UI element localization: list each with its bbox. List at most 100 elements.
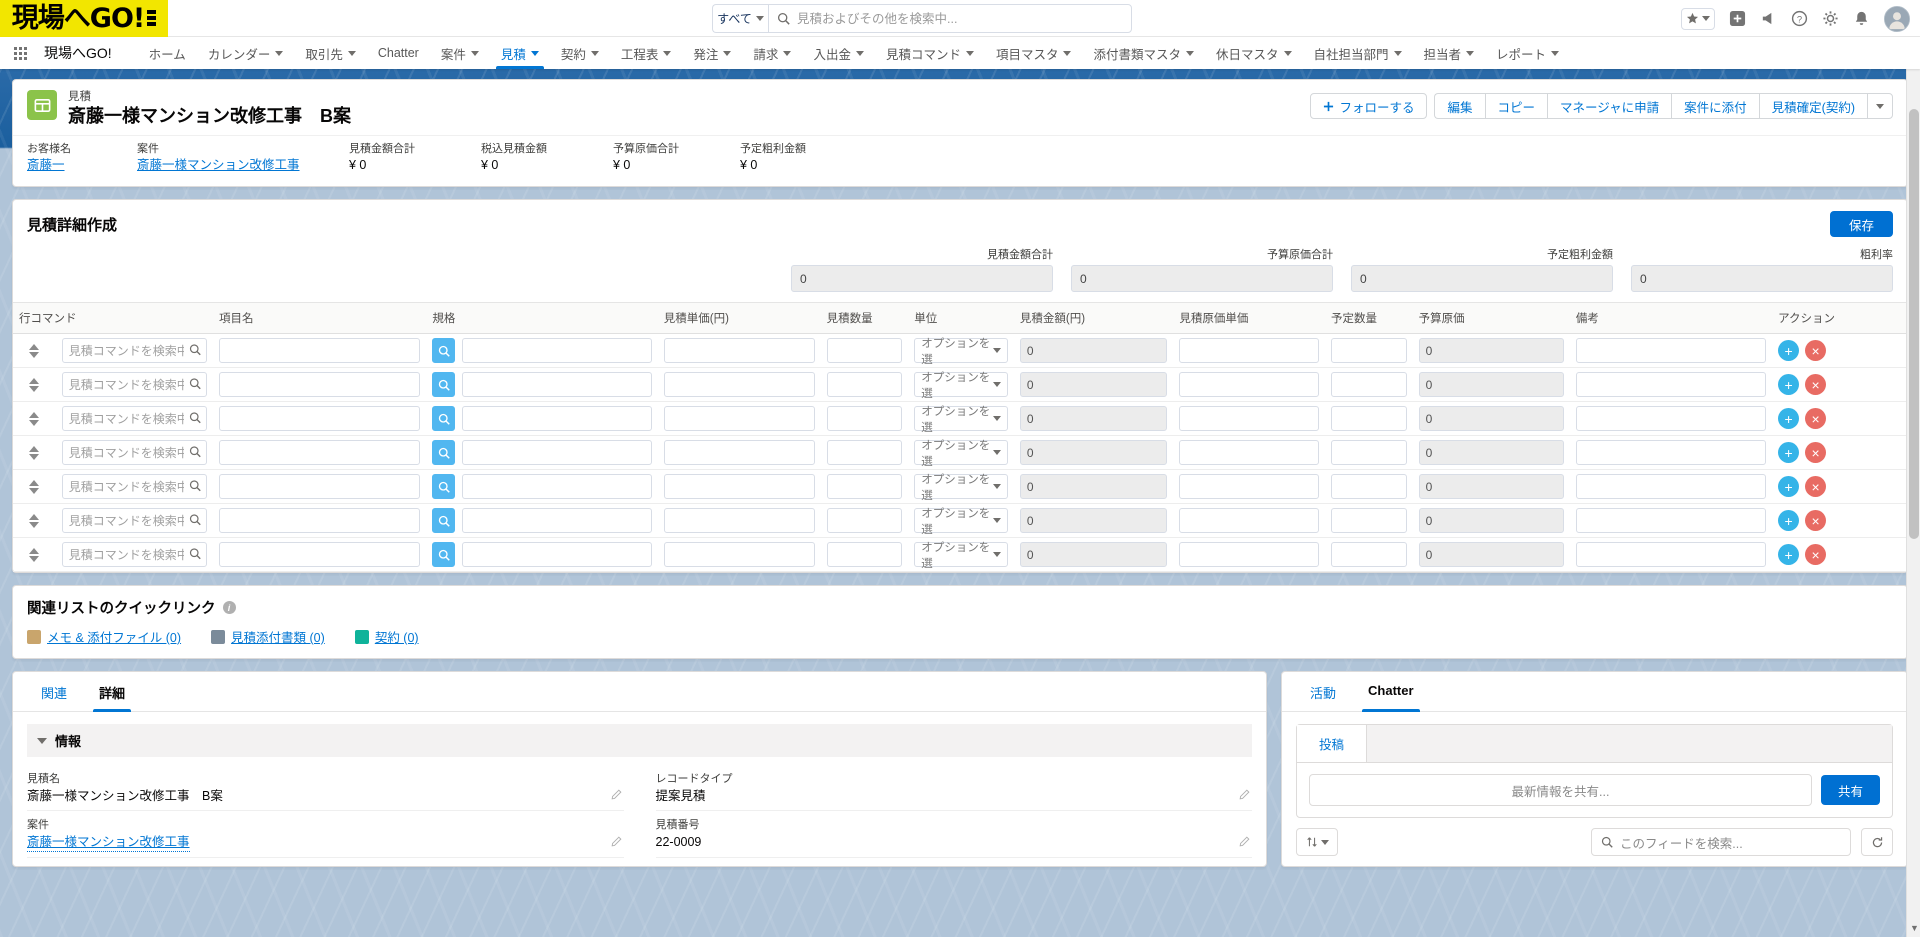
row-reorder-control[interactable]: [19, 513, 50, 528]
arrow-down-icon[interactable]: [29, 521, 40, 528]
amount-input[interactable]: [1019, 474, 1168, 499]
amount-input[interactable]: [1019, 508, 1168, 533]
help-icon[interactable]: ?: [1791, 10, 1808, 27]
remarks-input[interactable]: [1575, 508, 1767, 533]
unit-price-input[interactable]: [663, 338, 815, 363]
delete-row-button[interactable]: ×: [1805, 476, 1827, 497]
add-icon[interactable]: [1729, 10, 1746, 27]
chevron-down-icon[interactable]: [470, 50, 479, 56]
chevron-down-icon[interactable]: [590, 50, 599, 56]
total-value[interactable]: 0: [791, 265, 1053, 292]
nav-item-1[interactable]: カレンダー: [197, 37, 295, 69]
arrow-up-icon[interactable]: [29, 411, 40, 418]
composer-tab-post[interactable]: 投稿: [1297, 725, 1368, 762]
planned-quantity-input[interactable]: [1331, 372, 1407, 397]
cost-unit-price-input[interactable]: [1179, 440, 1320, 465]
arrow-down-icon[interactable]: [29, 419, 40, 426]
chevron-down-icon[interactable]: [275, 50, 284, 56]
budget-cost-input[interactable]: [1418, 474, 1564, 499]
tab-活動[interactable]: 活動: [1296, 672, 1350, 711]
item-name-input[interactable]: [218, 440, 421, 465]
scroll-down-arrow-icon[interactable]: ▼: [1910, 923, 1919, 933]
info-icon[interactable]: i: [222, 601, 236, 614]
quantity-input[interactable]: [826, 338, 903, 363]
avatar[interactable]: [1884, 5, 1910, 32]
arrow-down-icon[interactable]: [29, 351, 40, 358]
unit-select[interactable]: オプションを選: [914, 440, 1008, 468]
arrow-up-icon[interactable]: [29, 445, 40, 452]
spec-input[interactable]: [461, 338, 652, 363]
edit-pencil-icon[interactable]: [611, 835, 622, 850]
planned-quantity-input[interactable]: [1331, 474, 1407, 499]
add-row-button[interactable]: +: [1778, 476, 1800, 497]
unit-price-input[interactable]: [663, 542, 815, 567]
quantity-input[interactable]: [826, 440, 903, 465]
command-lookup-input[interactable]: [61, 542, 207, 567]
spec-input[interactable]: [461, 474, 652, 499]
notifications-icon[interactable]: [1853, 10, 1870, 27]
arrow-down-icon[interactable]: [29, 555, 40, 562]
nav-item-15[interactable]: 自社担当部門: [1303, 37, 1413, 69]
arrow-down-icon[interactable]: [29, 487, 40, 494]
tab-関連[interactable]: 関連: [27, 672, 81, 711]
edit-pencil-icon[interactable]: [1239, 835, 1250, 850]
unit-price-input[interactable]: [663, 440, 815, 465]
chevron-down-icon[interactable]: [1186, 50, 1194, 56]
cost-unit-price-input[interactable]: [1179, 508, 1320, 533]
row-reorder-control[interactable]: [19, 445, 50, 460]
item-name-input[interactable]: [218, 508, 421, 533]
amount-input[interactable]: [1019, 542, 1168, 567]
chevron-down-icon[interactable]: [965, 50, 974, 56]
edit-pencil-icon[interactable]: [611, 788, 622, 803]
row-reorder-control[interactable]: [19, 411, 50, 426]
spec-input[interactable]: [461, 440, 652, 465]
delete-row-button[interactable]: ×: [1805, 544, 1827, 565]
search-input[interactable]: [797, 11, 1123, 26]
add-row-button[interactable]: +: [1778, 442, 1800, 463]
nav-item-2[interactable]: 取引先: [294, 37, 367, 69]
planned-quantity-input[interactable]: [1331, 508, 1407, 533]
delete-row-button[interactable]: ×: [1805, 408, 1827, 429]
command-lookup-input[interactable]: [61, 372, 207, 397]
remarks-input[interactable]: [1575, 338, 1767, 363]
item-search-button[interactable]: [432, 474, 456, 499]
compact-field-value[interactable]: 斎藤一: [27, 157, 105, 174]
remarks-input[interactable]: [1575, 372, 1767, 397]
unit-price-input[interactable]: [663, 508, 815, 533]
row-reorder-control[interactable]: [19, 479, 50, 494]
item-name-input[interactable]: [218, 372, 421, 397]
unit-price-input[interactable]: [663, 372, 815, 397]
item-name-input[interactable]: [218, 542, 421, 567]
feed-search-input[interactable]: このフィードを検索...: [1591, 828, 1851, 856]
favorites-button[interactable]: [1681, 7, 1715, 30]
megaphone-icon[interactable]: [1760, 10, 1777, 27]
remarks-input[interactable]: [1575, 542, 1767, 567]
remarks-input[interactable]: [1575, 406, 1767, 431]
total-value[interactable]: 0: [1631, 265, 1893, 292]
app-launcher-button[interactable]: [0, 37, 40, 69]
nav-item-17[interactable]: レポート: [1485, 37, 1570, 69]
row-reorder-control[interactable]: [19, 547, 50, 562]
search-scope-dropdown[interactable]: すべて: [712, 4, 768, 33]
information-section-header[interactable]: 情報: [27, 724, 1252, 757]
quantity-input[interactable]: [826, 372, 903, 397]
item-name-input[interactable]: [218, 338, 421, 363]
spec-input[interactable]: [461, 542, 652, 567]
remarks-input[interactable]: [1575, 474, 1767, 499]
add-row-button[interactable]: +: [1778, 510, 1800, 531]
item-search-button[interactable]: [432, 440, 456, 465]
budget-cost-input[interactable]: [1418, 440, 1564, 465]
feed-refresh-button[interactable]: [1861, 828, 1893, 856]
feed-sort-button[interactable]: [1296, 828, 1338, 856]
add-row-button[interactable]: +: [1778, 408, 1800, 429]
cost-unit-price-input[interactable]: [1179, 372, 1320, 397]
nav-item-0[interactable]: ホーム: [138, 37, 197, 69]
add-row-button[interactable]: +: [1778, 340, 1800, 361]
add-row-button[interactable]: +: [1778, 544, 1800, 565]
record-button-3[interactable]: 案件に添付: [1671, 93, 1759, 119]
edit-pencil-icon[interactable]: [1239, 788, 1250, 803]
quick-link-2[interactable]: 契約 (0): [354, 627, 419, 646]
command-lookup-input[interactable]: [61, 440, 207, 465]
nav-item-3[interactable]: Chatter: [367, 37, 430, 69]
chevron-down-icon[interactable]: [783, 50, 792, 56]
